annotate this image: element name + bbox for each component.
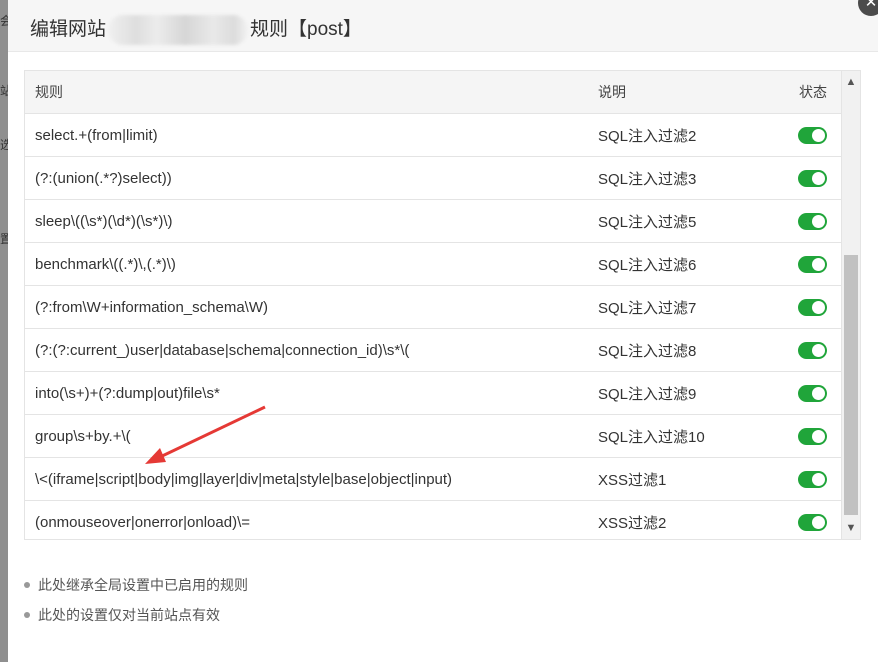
table-row: (?:(union(.*?)select)) SQL注入过滤3 (25, 156, 841, 200)
rule-description: SQL注入过滤10 (588, 414, 788, 458)
dialog-title-suffix: 规则【post】 (250, 19, 362, 40)
toggle-knob (812, 257, 825, 271)
rule-pattern: sleep\((\s*)(\d*)(\s*)\) (25, 199, 588, 243)
dialog-title-bar: 编辑网站 规则【post】 (8, 0, 878, 52)
rule-pattern: \<(iframe|script|body|img|layer|div|meta… (25, 457, 588, 501)
rule-status-toggle[interactable] (798, 169, 827, 187)
rule-pattern: (?:(?:current_)user|database|schema|conn… (25, 328, 588, 372)
rule-status-toggle[interactable] (798, 298, 827, 316)
column-header-status: 状态 (788, 71, 841, 114)
notes-list: 此处继承全局设置中已启用的规则 此处的设置仅对当前站点有效 (24, 572, 248, 632)
toggle-knob (812, 472, 825, 486)
rule-status-cell (788, 328, 841, 372)
rule-status-cell (788, 199, 841, 243)
rule-description: XSS过滤1 (588, 457, 788, 501)
backdrop-text: 置 (0, 232, 8, 246)
toggle-knob (812, 300, 825, 314)
rule-pattern: group\s+by.+\( (25, 414, 588, 458)
column-header-rule: 规则 (25, 71, 588, 114)
dialog-title: 编辑网站 规则【post】 (30, 14, 362, 45)
rule-status-cell (788, 371, 841, 415)
rules-table-container: 规则 说明 状态 select.+(from|limit) SQL注入过滤2 (?:… (24, 70, 861, 540)
table-row: (?:from\W+information_schema\W) SQL注入过滤7 (25, 285, 841, 329)
toggle-knob (812, 171, 825, 185)
table-scrollbar[interactable]: ▲ ▼ (841, 71, 860, 539)
toggle-knob (812, 128, 825, 142)
rule-pattern: benchmark\((.*)\,(.*)\) (25, 242, 588, 286)
rule-status-toggle[interactable] (798, 126, 827, 144)
rule-status-cell (788, 242, 841, 286)
rule-description: SQL注入过滤9 (588, 371, 788, 415)
rule-status-toggle[interactable] (798, 427, 827, 445)
rule-status-toggle[interactable] (798, 470, 827, 488)
table-row: into(\s+)+(?:dump|out)file\s* SQL注入过滤9 (25, 371, 841, 415)
backdrop-text: 选 (0, 138, 8, 152)
edit-rules-dialog: 编辑网站 规则【post】 ✕ 规则 说明 状态 select.+(from|li… (8, 0, 878, 662)
rule-status-toggle[interactable] (798, 341, 827, 359)
rule-pattern: (?:from\W+information_schema\W) (25, 285, 588, 329)
table-row: (onmouseover|onerror|onload)\= XSS过滤2 (25, 500, 841, 539)
rule-pattern: select.+(from|limit) (25, 113, 588, 157)
rule-description: SQL注入过滤8 (588, 328, 788, 372)
rule-description: SQL注入过滤7 (588, 285, 788, 329)
toggle-knob (812, 429, 825, 443)
note-item: 此处继承全局设置中已启用的规则 (24, 572, 248, 602)
redacted-site-name (108, 14, 249, 45)
rule-pattern: (onmouseover|onerror|onload)\= (25, 500, 588, 539)
rule-status-toggle[interactable] (798, 384, 827, 402)
scroll-up-icon[interactable]: ▲ (842, 73, 860, 91)
toggle-knob (812, 214, 825, 228)
table-row: group\s+by.+\(SQL注入过滤10 (25, 414, 841, 458)
table-row: benchmark\((.*)\,(.*)\) SQL注入过滤6 (25, 242, 841, 286)
rule-status-cell (788, 457, 841, 501)
rules-table: 规则 说明 状态 select.+(from|limit) SQL注入过滤2 (?:… (25, 71, 841, 539)
rule-status-toggle[interactable] (798, 255, 827, 273)
rule-status-cell (788, 414, 841, 458)
table-row: \<(iframe|script|body|img|layer|div|meta… (25, 457, 841, 501)
rule-description: SQL注入过滤6 (588, 242, 788, 286)
rule-pattern: into(\s+)+(?:dump|out)file\s* (25, 371, 588, 415)
rule-status-cell (788, 285, 841, 329)
scroll-down-icon[interactable]: ▼ (842, 519, 860, 537)
toggle-knob (812, 343, 825, 357)
scrollbar-thumb[interactable] (844, 255, 858, 515)
table-header-row: 规则 说明 状态 (25, 71, 841, 114)
toggle-knob (812, 386, 825, 400)
table-row: select.+(from|limit) SQL注入过滤2 (25, 113, 841, 157)
rule-status-cell (788, 500, 841, 539)
rule-description: SQL注入过滤2 (588, 113, 788, 157)
backdrop-text: 会 (0, 14, 8, 28)
rule-description: SQL注入过滤5 (588, 199, 788, 243)
rule-status-toggle[interactable] (798, 212, 827, 230)
rule-status-cell (788, 113, 841, 157)
table-row: (?:(?:current_)user|database|schema|conn… (25, 328, 841, 372)
rule-status-toggle[interactable] (798, 513, 827, 531)
page-backdrop: 会 站 选 置 (0, 0, 8, 662)
toggle-knob (812, 515, 825, 529)
rule-description: XSS过滤2 (588, 500, 788, 539)
dialog-title-prefix: 编辑网站 (30, 19, 107, 40)
rule-pattern: (?:(union(.*?)select)) (25, 156, 588, 200)
note-item: 此处的设置仅对当前站点有效 (24, 602, 248, 632)
table-row: sleep\((\s*)(\d*)(\s*)\) SQL注入过滤5 (25, 199, 841, 243)
backdrop-text: 站 (0, 84, 8, 98)
column-header-desc: 说明 (588, 71, 788, 114)
rule-status-cell (788, 156, 841, 200)
rule-description: SQL注入过滤3 (588, 156, 788, 200)
